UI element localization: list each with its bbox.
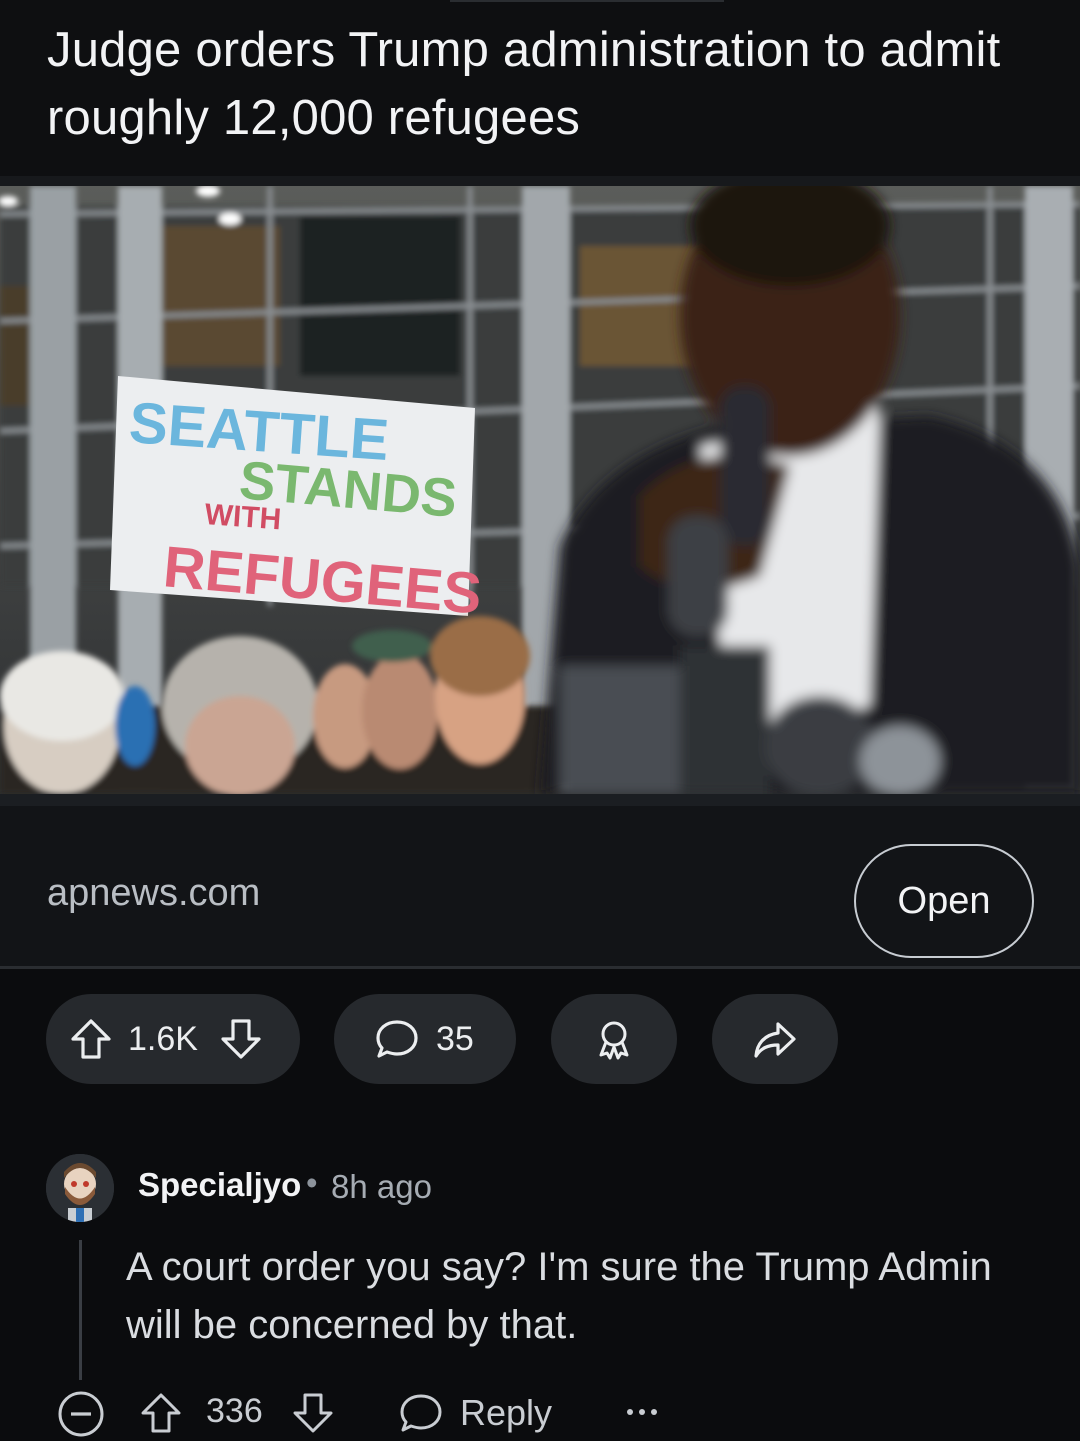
award-icon: [592, 1017, 636, 1061]
divider: [0, 966, 1080, 969]
link-domain[interactable]: apnews.com: [47, 872, 260, 915]
arrow-down-icon[interactable]: [290, 1390, 336, 1436]
speech-bubble-icon: [374, 1016, 420, 1062]
share-arrow-icon: [752, 1016, 798, 1062]
drag-handle: [450, 0, 724, 2]
vote-pill: 1.6K: [46, 994, 300, 1084]
comment-username[interactable]: Specialjyo: [138, 1166, 301, 1204]
avatar[interactable]: [46, 1154, 114, 1222]
sign-line-3: WITH: [204, 498, 283, 536]
comment-timestamp: 8h ago: [331, 1168, 432, 1205]
post-score: 1.6K: [128, 1019, 198, 1058]
arrow-up-icon[interactable]: [68, 1016, 114, 1062]
comment: Specialjyo • 8h ago A court order you sa…: [0, 1150, 1080, 1441]
divider: [0, 176, 1080, 186]
arrow-down-icon[interactable]: [218, 1016, 264, 1062]
more-dots-icon[interactable]: [625, 1392, 659, 1432]
share-button[interactable]: [712, 994, 838, 1084]
link-card[interactable]: apnews.com Open: [0, 794, 1080, 968]
comment-actions: 336 Reply: [0, 1386, 1080, 1441]
arrow-up-icon[interactable]: [138, 1390, 184, 1436]
speech-bubble-icon: [398, 1390, 444, 1436]
reply-button[interactable]: Reply: [398, 1390, 552, 1436]
protest-sign: SEATTLE STANDS WITH REFUGEES: [110, 376, 484, 627]
meta-separator: •: [306, 1164, 318, 1201]
post-header: Judge orders Trump administration to adm…: [0, 0, 1080, 176]
post-image[interactable]: SEATTLE STANDS WITH REFUGEES: [0, 186, 1080, 794]
comment-count: 35: [436, 1019, 474, 1058]
collapse-minus-icon[interactable]: [57, 1390, 105, 1438]
protest-photo: SEATTLE STANDS WITH REFUGEES: [0, 186, 1080, 794]
comment-body: A court order you say? I'm sure the Trum…: [126, 1245, 992, 1347]
open-link-button[interactable]: Open: [854, 844, 1034, 958]
comment-score: 336: [206, 1392, 263, 1430]
thread-line[interactable]: [79, 1240, 82, 1380]
comments-button[interactable]: 35: [334, 994, 516, 1084]
reply-label: Reply: [460, 1392, 553, 1433]
post-title[interactable]: Judge orders Trump administration to adm…: [47, 16, 1037, 152]
award-button[interactable]: [551, 994, 677, 1084]
